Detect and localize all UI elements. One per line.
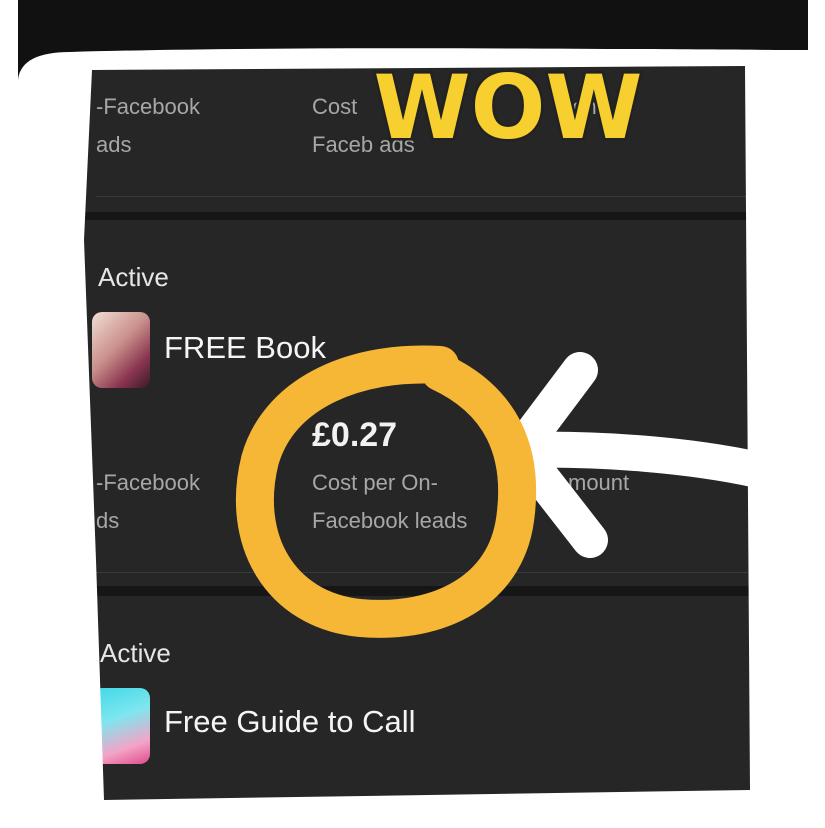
- metric-label-cost-per-lead: Cost per On- Facebook leads: [312, 470, 468, 533]
- campaign-title[interactable]: Free Guide to Call: [164, 704, 416, 740]
- divider: [96, 196, 800, 197]
- metric-label-amount-spent: pent: [560, 94, 603, 119]
- metric-label-onfb-leads: -Facebook ads: [96, 94, 200, 157]
- metric-value-cost-per-lead: £0.27: [312, 416, 398, 454]
- campaign-thumbnail: [92, 312, 150, 388]
- campaign-thumbnail: [92, 688, 150, 764]
- metric-label-onfb-leads: -Facebook ds: [96, 470, 200, 533]
- ads-manager-screen: -Facebook ads Cost Faceb ads pent Active…: [0, 0, 825, 828]
- campaign-card-free-guide[interactable]: [38, 596, 800, 828]
- metric-label-amount-spent: mount: [568, 470, 630, 495]
- metric-label-cost-per-lead: Cost Faceb ads: [312, 94, 415, 157]
- status-label: Active: [100, 638, 171, 668]
- divider: [96, 572, 800, 573]
- status-label: Active: [98, 262, 169, 292]
- campaign-title[interactable]: FREE Book: [164, 330, 326, 366]
